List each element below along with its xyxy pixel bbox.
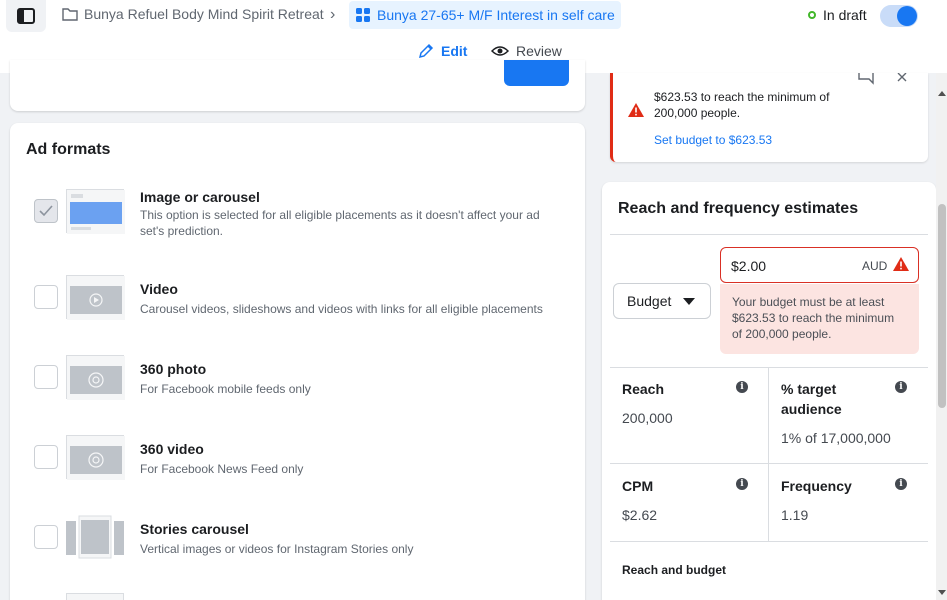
status-dot-icon <box>808 11 816 19</box>
warning-icon <box>628 103 644 117</box>
format-option-360-video[interactable]: 360 video For Facebook News Feed only <box>10 433 585 493</box>
scrollbar[interactable] <box>936 73 947 600</box>
reach-label: Reach <box>622 381 665 397</box>
sidebar-icon <box>17 8 35 24</box>
360-video-thumbnail-icon <box>66 435 125 480</box>
eye-icon <box>491 46 509 56</box>
scroll-up-icon[interactable] <box>938 91 946 96</box>
publish-toggle[interactable] <box>880 5 918 27</box>
alert-message: $623.53 to reach the minimum of 200,000 … <box>654 90 830 120</box>
divider <box>610 367 928 368</box>
budget-type-select[interactable]: Budget <box>613 283 711 319</box>
cpm-label: CPM <box>622 478 654 494</box>
format-checkbox[interactable] <box>34 525 58 549</box>
target-audience-value: 1% of 17,000,000 <box>781 430 891 446</box>
divider <box>768 367 769 463</box>
divider <box>610 463 928 464</box>
set-budget-link[interactable]: Set budget to $623.53 <box>654 133 772 147</box>
format-option-image-carousel[interactable]: Image or carousel This option is selecte… <box>10 183 585 243</box>
caret-down-icon <box>683 298 695 305</box>
cpm-value: $2.62 <box>622 507 658 523</box>
budget-error-message: Your budget must be at least $623.53 to … <box>720 284 919 354</box>
ad-formats-card: Ad formats Image or carousel This option… <box>10 123 585 600</box>
format-label: Stories carousel <box>140 521 249 537</box>
frequency-label: Frequency <box>781 478 852 494</box>
frequency-value: 1.19 <box>781 507 809 523</box>
folder-icon <box>62 8 78 21</box>
grid-icon <box>356 8 370 22</box>
breadcrumb-campaign-label: Bunya Refuel Body Mind Spirit Retreat <box>84 6 324 22</box>
toggle-knob <box>897 6 917 26</box>
budget-type-label: Budget <box>627 293 672 309</box>
reach-value: 200,000 <box>622 410 673 426</box>
tab-edit[interactable]: Edit <box>418 43 467 59</box>
scroll-thumb[interactable] <box>938 204 946 408</box>
budget-input-value: $2.00 <box>731 258 767 274</box>
target-audience-label: % target audience <box>781 381 842 417</box>
stories-thumbnail-icon <box>66 515 124 559</box>
image-thumbnail-icon <box>66 189 125 234</box>
format-option-360-photo[interactable]: 360 photo For Facebook mobile feeds only <box>10 353 585 413</box>
format-label: 360 video <box>140 441 204 457</box>
warning-icon <box>893 257 909 271</box>
scroll-down-icon[interactable] <box>938 590 946 595</box>
status-label: In draft <box>823 7 867 23</box>
breadcrumb-campaign[interactable]: Bunya Refuel Body Mind Spirit Retreat <box>62 6 324 22</box>
feedback-icon[interactable] <box>857 73 875 87</box>
format-checkbox[interactable] <box>34 365 58 389</box>
divider <box>610 234 928 235</box>
info-icon[interactable]: i <box>895 478 907 490</box>
reach-frequency-card: Reach and frequency estimates Budget $2.… <box>602 182 936 600</box>
breadcrumb-adset[interactable]: Bunya 27-65+ M/F Interest in self care <box>349 1 621 29</box>
video-thumbnail-icon <box>66 275 125 320</box>
close-icon[interactable] <box>896 73 908 83</box>
budget-input[interactable]: $2.00 AUD <box>720 247 919 283</box>
status-indicator: In draft <box>808 7 867 23</box>
sidebar-toggle-button[interactable] <box>6 0 46 32</box>
reach-frequency-title: Reach and frequency estimates <box>618 200 859 217</box>
budget-alert-card: $623.53 to reach the minimum of 200,000 … <box>610 73 928 162</box>
tab-review[interactable]: Review <box>491 43 562 59</box>
currency-label: AUD <box>862 259 888 273</box>
format-label: Image or carousel <box>140 189 260 205</box>
info-icon[interactable]: i <box>736 478 748 490</box>
format-option-stories-carousel[interactable]: Stories carousel Vertical images or vide… <box>10 513 585 573</box>
info-icon[interactable]: i <box>736 381 748 393</box>
divider <box>610 541 928 542</box>
tab-review-label: Review <box>516 43 562 59</box>
format-label: 360 photo <box>140 361 207 377</box>
format-description: Vertical images or videos for Instagram … <box>140 542 414 556</box>
format-description: Carousel videos, slideshows and videos w… <box>140 302 543 316</box>
format-description: This option is selected for all eligible… <box>140 208 540 238</box>
pencil-icon <box>418 43 434 59</box>
info-icon[interactable]: i <box>895 381 907 393</box>
format-checkbox[interactable] <box>34 199 58 223</box>
format-checkbox[interactable] <box>34 285 58 309</box>
format-description: For Facebook News Feed only <box>140 462 304 476</box>
divider <box>768 463 769 541</box>
breadcrumb-adset-label: Bunya 27-65+ M/F Interest in self care <box>377 7 615 23</box>
checkmark-icon <box>39 205 53 217</box>
360-photo-thumbnail-icon <box>66 355 125 400</box>
reach-budget-title: Reach and budget <box>622 563 727 577</box>
ad-formats-title: Ad formats <box>26 141 111 158</box>
format-label: Video <box>140 281 178 297</box>
previous-section-card <box>10 60 585 111</box>
tab-edit-label: Edit <box>441 43 468 59</box>
previous-section-button[interactable] <box>504 60 569 86</box>
next-format-thumbnail <box>66 593 124 600</box>
breadcrumb-separator: › <box>330 6 336 23</box>
format-option-video[interactable]: Video Carousel videos, slideshows and vi… <box>10 273 585 333</box>
format-checkbox[interactable] <box>34 445 58 469</box>
format-description: For Facebook mobile feeds only <box>140 382 311 396</box>
